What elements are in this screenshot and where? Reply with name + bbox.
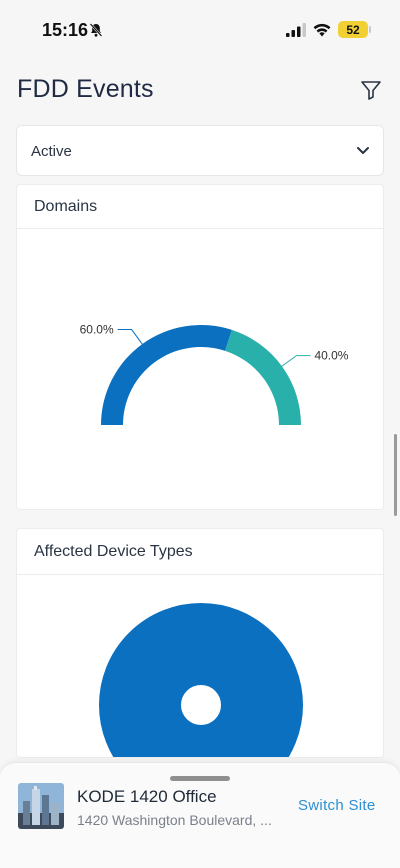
status-filter-value: Active (31, 143, 72, 160)
signal-icon (286, 23, 306, 37)
devices-card: Affected Device Types (16, 528, 384, 758)
site-bottom-sheet: KODE 1420 Office 1420 Washington Bouleva… (0, 762, 400, 868)
domains-card: Domains 60.0% 40.0% (16, 184, 384, 510)
bell-slash-icon (89, 23, 103, 37)
sheet-drag-handle[interactable] (170, 776, 230, 781)
domains-card-title: Domains (17, 185, 383, 229)
domains-data-label-0: 60.0% (80, 323, 114, 337)
domains-chart: 60.0% 40.0% (80, 323, 349, 425)
devices-slice-0[interactable] (99, 603, 303, 758)
domains-slice-0[interactable] (101, 325, 232, 425)
devices-chart (99, 603, 303, 758)
switch-site-button[interactable]: Switch Site (298, 797, 376, 814)
site-name: KODE 1420 Office (77, 787, 217, 806)
site-address: 1420 Washington Boulevard, ... (77, 812, 272, 828)
domains-label-line-0 (117, 329, 144, 347)
battery-indicator: 52 (338, 21, 368, 38)
status-filter-select[interactable]: Active (16, 125, 384, 176)
scroll-indicator[interactable] (394, 434, 397, 516)
battery-level: 52 (346, 22, 360, 37)
battery-cap (369, 26, 371, 33)
page-title: FDD Events (17, 75, 154, 103)
devices-card-title: Affected Device Types (17, 529, 383, 575)
domains-data-label-1: 40.0% (314, 349, 348, 363)
domains-label-line-1 (279, 355, 311, 368)
wifi-icon (313, 23, 331, 37)
status-time: 15:16 (42, 20, 89, 40)
site-thumbnail (18, 783, 64, 829)
filter-icon[interactable] (359, 78, 383, 102)
status-bar: 15:16 52 (0, 0, 400, 56)
chevron-down-icon (357, 147, 369, 154)
domains-slice-1[interactable] (225, 329, 301, 425)
